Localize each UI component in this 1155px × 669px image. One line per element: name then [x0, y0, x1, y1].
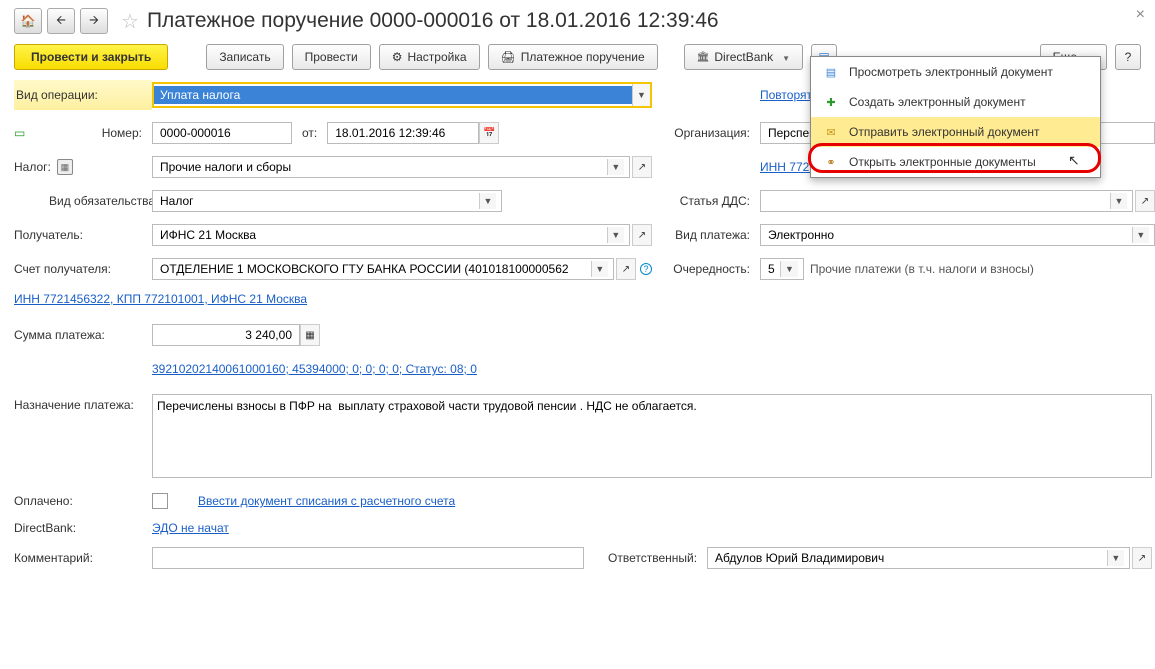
responsible-label: Ответственный:: [608, 551, 697, 565]
write-button[interactable]: Записать: [206, 44, 283, 70]
date-input[interactable]: [327, 122, 479, 144]
number-label: Номер:: [102, 126, 152, 140]
forward-button[interactable]: 🡪: [80, 8, 108, 34]
chevron-down-icon[interactable]: ▼: [1110, 193, 1127, 209]
optype-select[interactable]: Уплата налога ▼: [152, 82, 652, 108]
star-icon[interactable]: ☆: [121, 9, 139, 34]
recipient-select[interactable]: ▼: [152, 224, 630, 246]
chevron-down-icon[interactable]: ▼: [780, 261, 798, 277]
tax-label: Налог:: [14, 160, 51, 174]
recipient-label: Получатель:: [14, 228, 152, 242]
open-icon[interactable]: ↗: [616, 258, 636, 280]
paid-link[interactable]: Ввести документ списания с расчетного сч…: [198, 494, 455, 508]
print-button[interactable]: 🖨Платежное поручение: [488, 44, 658, 70]
menu-create-doc[interactable]: ✚Создать электронный документ: [811, 87, 1100, 117]
help-button[interactable]: ?: [1115, 44, 1141, 70]
help-icon[interactable]: ?: [640, 263, 652, 275]
responsible-select[interactable]: ▼: [707, 547, 1130, 569]
paid-checkbox[interactable]: [152, 493, 168, 509]
posted-icon: ▭: [14, 126, 25, 140]
menu-open-docs[interactable]: ⚭Открыть электронные документы: [811, 147, 1100, 177]
send-icon: ✉: [823, 124, 839, 140]
paytype-label: Вид платежа:: [652, 228, 760, 242]
db-label: DirectBank:: [14, 521, 152, 535]
purpose-label: Назначение платежа:: [14, 394, 152, 412]
menu-send-doc[interactable]: ✉Отправить электронный документ: [811, 117, 1100, 147]
directbank-menu: ▤Просмотреть электронный документ ✚Созда…: [810, 56, 1101, 178]
chevron-down-icon[interactable]: ▼: [607, 227, 624, 243]
order-select[interactable]: ▼: [760, 258, 804, 280]
number-input[interactable]: [152, 122, 292, 144]
comment-label: Комментарий:: [14, 551, 152, 565]
recacc-label: Счет получателя:: [14, 262, 152, 276]
close-icon[interactable]: ×: [1136, 6, 1145, 24]
kbk-link[interactable]: 39210202140061000160; 45394000; 0; 0; 0;…: [152, 362, 477, 376]
comment-input[interactable]: [152, 547, 584, 569]
tax-settings-icon[interactable]: ▦: [57, 159, 73, 175]
from-label: от:: [302, 126, 317, 140]
open-icon[interactable]: ↗: [632, 224, 652, 246]
chevron-down-icon[interactable]: ▼: [607, 159, 624, 175]
home-button[interactable]: 🏠: [14, 8, 42, 34]
purpose-textarea[interactable]: [152, 394, 1152, 478]
obltype-label: Вид обязательства:: [14, 194, 152, 208]
document-icon: ▤: [823, 64, 839, 80]
open-icon[interactable]: ↗: [1135, 190, 1155, 212]
paid-label: Оплачено:: [14, 494, 152, 508]
sum-input[interactable]: [152, 324, 300, 346]
post-close-button[interactable]: Провести и закрыть: [14, 44, 168, 70]
optype-label: Вид операции:: [16, 88, 98, 102]
open-icon[interactable]: ↗: [1132, 547, 1152, 569]
hierarchy-icon: ⚭: [823, 154, 839, 170]
back-button[interactable]: 🡨: [47, 8, 75, 34]
db-link[interactable]: ЭДО не начат: [152, 521, 229, 535]
directbank-button[interactable]: 🏛DirectBank: [684, 44, 803, 70]
chevron-down-icon[interactable]: ▼: [632, 84, 650, 106]
menu-view-doc[interactable]: ▤Просмотреть электронный документ: [811, 57, 1100, 87]
open-icon[interactable]: ↗: [632, 156, 652, 178]
chevron-down-icon[interactable]: ▼: [1107, 550, 1124, 566]
page-title: Платежное поручение 0000-000016 от 18.01…: [147, 9, 719, 33]
order-note: Прочие платежи (в т.ч. налоги и взносы): [810, 262, 1034, 276]
chevron-down-icon[interactable]: ▼: [591, 261, 608, 277]
recacc-select[interactable]: ▼: [152, 258, 614, 280]
optype-value: Уплата налога: [154, 86, 632, 104]
calendar-icon[interactable]: 📅: [479, 122, 499, 144]
order-label: Очередность:: [652, 262, 760, 276]
plus-icon: ✚: [823, 94, 839, 110]
bank-icon: 🏛: [697, 52, 710, 63]
post-button[interactable]: Провести: [292, 44, 371, 70]
org-label: Организация:: [652, 126, 760, 140]
paytype-select[interactable]: ▼: [760, 224, 1155, 246]
tax-select[interactable]: ▼: [152, 156, 630, 178]
chevron-down-icon[interactable]: ▼: [479, 193, 496, 209]
chevron-down-icon[interactable]: ▼: [1132, 227, 1149, 243]
sum-label: Сумма платежа:: [14, 328, 152, 342]
obltype-select[interactable]: ▼: [152, 190, 502, 212]
calculator-icon[interactable]: ▦: [300, 324, 320, 346]
settings-button[interactable]: ⚙Настройка: [379, 44, 480, 70]
dds-select[interactable]: ▼: [760, 190, 1133, 212]
gear-icon: ⚙: [392, 50, 403, 64]
dds-label: Статья ДДС:: [652, 194, 760, 208]
printer-icon: 🖨: [501, 50, 516, 64]
recipient-inn-link[interactable]: ИНН 7721456322, КПП 772101001, ИФНС 21 М…: [14, 292, 307, 306]
